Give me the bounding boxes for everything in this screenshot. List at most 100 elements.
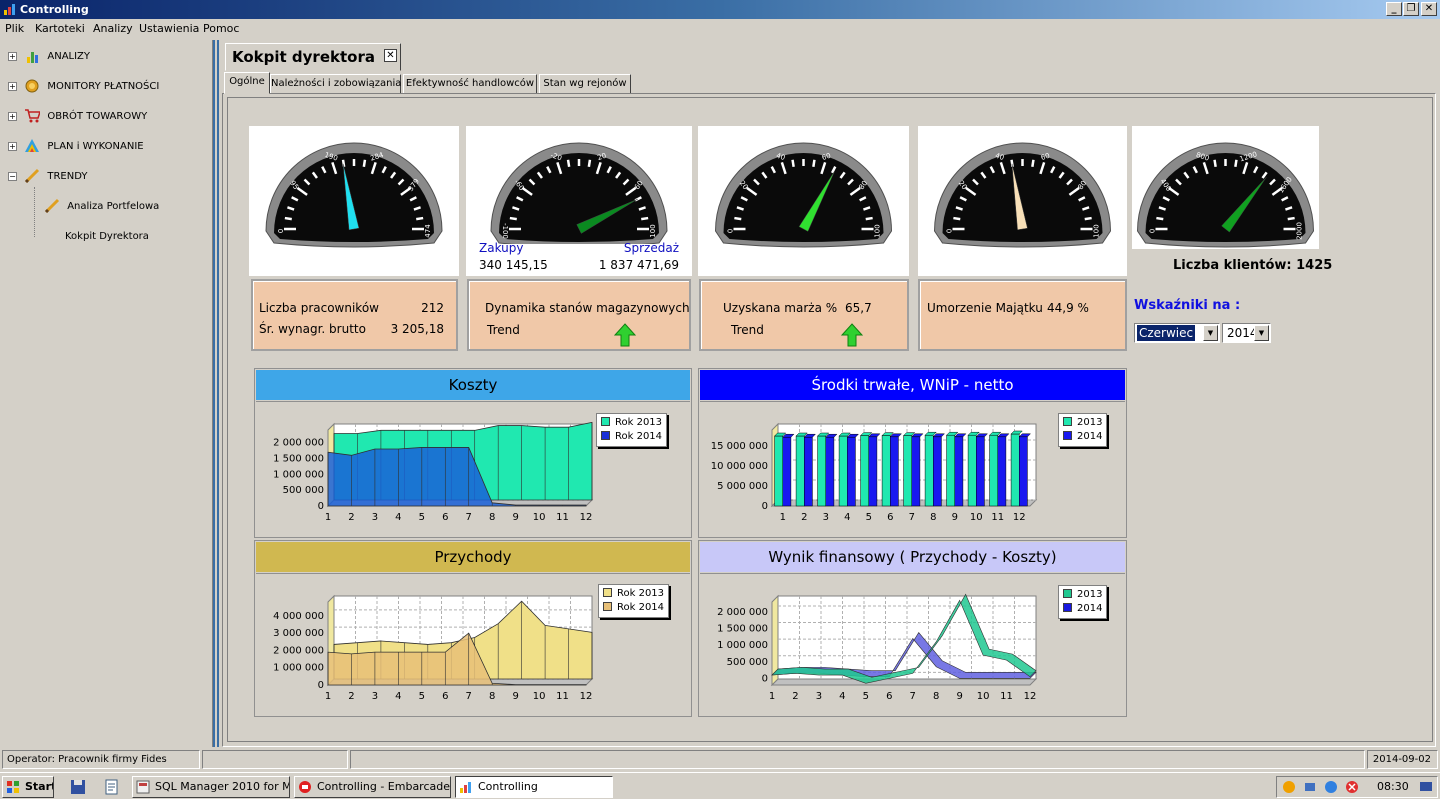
gauge-tick [416, 216, 424, 221]
x-tick-label: 4 [844, 512, 850, 523]
legend-entry: Rok 2014 [603, 601, 664, 615]
chevron-down-icon[interactable]: ▼ [1254, 325, 1269, 341]
y-tick-label: 2 000 000 [273, 645, 324, 656]
tab-stan-rejonow[interactable]: Stan wg rejonów [539, 74, 631, 94]
y-tick-label: 3 000 000 [273, 628, 324, 639]
x-tick-label: 4 [395, 512, 401, 523]
tree-item-obrot[interactable]: + OBRÓT TOWAROWY [8, 108, 147, 126]
gauge-tick-label: 100 [874, 224, 882, 237]
y-tick-label: 1 500 000 [717, 624, 768, 635]
employees-value: 212 [421, 301, 444, 315]
tab-ogolne[interactable]: Ogólne [224, 72, 270, 94]
embarcadero-icon [299, 781, 311, 793]
taskbar-item-embarcadero[interactable]: Controlling - Embarcader... [294, 776, 451, 798]
bar [804, 436, 813, 507]
x-tick-label: 2 [801, 512, 807, 523]
database-icon [136, 780, 150, 794]
window-titlebar[interactable]: Controlling _ ❐ ✕ [0, 0, 1440, 19]
year-select[interactable]: 2014 ▼ [1222, 323, 1271, 343]
app-chart-icon [4, 4, 15, 15]
tree-item-label: MONITORY PŁATNOŚCI [47, 81, 160, 92]
bar [976, 436, 985, 507]
tab-efektywnosc[interactable]: Efektywność handlowców [403, 74, 537, 94]
salary-label: Śr. wynagr. brutto [259, 322, 366, 336]
gauge-tick [1031, 159, 1035, 167]
minimize-button[interactable]: _ [1386, 2, 1402, 16]
month-select[interactable]: Czerwiec ▼ [1134, 323, 1220, 343]
menu-plik[interactable]: Plik [5, 22, 24, 35]
gauge-tick-label: 2000 [1296, 222, 1304, 240]
gauge-tick [865, 216, 873, 221]
tray-network-icon[interactable] [1303, 780, 1317, 794]
y-tick-label: 5 000 000 [717, 481, 768, 492]
panel-splitter[interactable] [213, 40, 220, 747]
start-button[interactable]: Start [2, 776, 54, 798]
legend-swatch [603, 602, 612, 611]
x-tick-label: 10 [977, 691, 990, 702]
gauge-sales-value: 1 837 471,69 [598, 258, 679, 272]
close-tab-icon[interactable]: ✕ [384, 49, 397, 62]
tree-item-monitory[interactable]: + MONITORY PŁATNOŚCI [8, 78, 159, 96]
x-tick-label: 3 [816, 691, 822, 702]
y-tick-label: 2 000 000 [717, 607, 768, 618]
tray-security-icon[interactable] [1324, 780, 1338, 794]
expand-icon[interactable]: + [8, 51, 17, 61]
x-tick-label: 6 [887, 512, 893, 523]
x-tick-label: 6 [886, 691, 892, 702]
x-tick-label: 3 [823, 512, 829, 523]
x-tick-label: 3 [372, 512, 378, 523]
depreciation-label: Umorzenie Majątku [927, 301, 1043, 315]
menu-kartoteki[interactable]: Kartoteki [35, 22, 85, 35]
bar [817, 435, 827, 507]
close-button[interactable]: ✕ [1421, 2, 1437, 16]
bar [847, 436, 856, 507]
gauge-employees: 0 95 190 284 379 474 [249, 126, 459, 276]
panel-wynik-finansowy: Wynik finansowy ( Przychody - Koszty) 0 5… [698, 540, 1127, 717]
chevron-down-icon[interactable]: ▼ [1203, 325, 1218, 341]
tree-item-analiza-portfelowa[interactable]: Analiza Portfelowa [44, 198, 159, 216]
tray-display-icon[interactable] [1419, 780, 1433, 794]
status-bar: Operator: Pracownik firmy Fides 2014-09-… [0, 750, 1440, 770]
bar [860, 435, 870, 507]
x-tick-label: 7 [910, 691, 916, 702]
expand-icon[interactable]: + [8, 111, 17, 121]
tree-item-plan[interactable]: + PLAN i WYKONANIE [8, 138, 144, 156]
panel-koszty-title: Koszty [256, 370, 690, 400]
gauge-tick [1234, 159, 1238, 167]
document-icon[interactable] [104, 779, 120, 795]
bar [924, 434, 934, 507]
collapse-icon[interactable]: − [8, 171, 17, 181]
bar [881, 435, 891, 507]
tray-shield-icon[interactable] [1282, 780, 1296, 794]
menu-pomoc[interactable]: Pomoc [203, 22, 239, 35]
x-tick-label: 7 [909, 512, 915, 523]
legend-swatch [1063, 589, 1072, 598]
menu-analizy[interactable]: Analizy [93, 22, 133, 35]
depreciation-value: 44,9 % [1047, 301, 1089, 315]
trend-up-arrow-icon [841, 323, 863, 347]
tree-item-analizy[interactable]: + ANALIZY [8, 48, 90, 66]
tree-item-kokpit-dyrektora[interactable]: Kokpit Dyrektora [65, 228, 149, 246]
gauge-tick [791, 159, 795, 167]
gauge-tick [587, 159, 592, 167]
legend-entry: Rok 2013 [603, 587, 664, 601]
restore-button[interactable]: ❐ [1403, 2, 1419, 16]
expand-icon[interactable]: + [8, 141, 17, 151]
tab-naleznosci[interactable]: Należności i zobowiązania [270, 74, 401, 94]
x-tick-label: 1 [325, 691, 331, 702]
gauge-tick [509, 216, 517, 221]
gauge-tick [284, 216, 292, 221]
gauge-tick [1287, 216, 1295, 221]
taskbar-item-sql-manager[interactable]: SQL Manager 2010 for M... [132, 776, 290, 798]
tray-alert-icon[interactable] [1345, 780, 1359, 794]
document-tab-kokpit[interactable]: Kokpit dyrektora ✕ [225, 43, 401, 71]
taskbar-item-controlling[interactable]: Controlling [455, 776, 613, 798]
x-tick-label: 5 [419, 512, 425, 523]
menu-ustawienia[interactable]: Ustawienia [139, 22, 199, 35]
employees-label: Liczba pracowników [259, 301, 379, 315]
bar [838, 435, 848, 507]
legend-label: Rok 2014 [615, 431, 663, 442]
tree-item-trendy[interactable]: − TRENDY [8, 168, 88, 186]
expand-icon[interactable]: + [8, 81, 17, 91]
save-disk-icon[interactable] [70, 779, 86, 795]
